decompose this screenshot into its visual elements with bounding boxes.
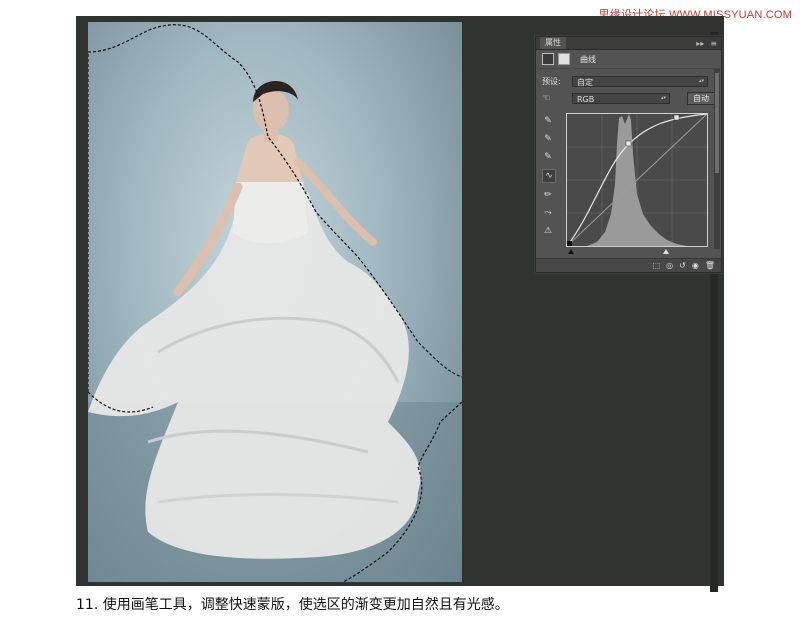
smooth-icon[interactable]: ⤳ <box>542 207 554 219</box>
clip-to-layer-icon[interactable]: ⬚ <box>653 261 661 270</box>
white-point-handle <box>663 249 669 254</box>
properties-tab[interactable]: 属性 <box>540 37 566 49</box>
curve-tools: ✎ ✎ ✎ ∿ ✏ ⤳ ⚠ <box>542 115 556 243</box>
panel-scrollbar[interactable] <box>714 69 720 249</box>
layer-mask-icon[interactable] <box>558 53 570 65</box>
curves-adjustment-icon[interactable] <box>542 53 554 65</box>
eyedropper-gray-icon[interactable]: ✎ <box>542 133 554 145</box>
panel-titlebar[interactable]: 属性 ▸▸ ≡ <box>536 37 721 50</box>
caption: 11. 使用画笔工具，调整快速蒙版，使选区的渐变更加自然且有光感。 <box>76 597 509 613</box>
curve-point <box>625 140 632 147</box>
properties-panel: 属性 ▸▸ ≡ 曲线 预设: 自定 ☜ RGB 自动 ✎ ✎ ✎ ∿ ✏ ⤳ ⚠ <box>535 36 722 273</box>
auto-button[interactable]: 自动 <box>687 92 715 105</box>
collapse-icon[interactable]: ▸▸ <box>696 39 704 48</box>
view-previous-icon[interactable]: ◎ <box>666 261 673 270</box>
panel-menu-icon[interactable]: ≡ <box>710 39 717 48</box>
curve-point <box>673 114 680 121</box>
delete-icon[interactable]: 🗑 <box>705 261 715 270</box>
document-canvas[interactable] <box>88 22 462 582</box>
photo-illustration <box>88 24 462 582</box>
pencil-icon[interactable]: ✏ <box>542 189 554 201</box>
on-image-adjust-icon[interactable]: ☜ <box>542 93 572 104</box>
input-slider[interactable] <box>566 247 706 254</box>
eyedropper-white-icon[interactable]: ✎ <box>542 151 554 163</box>
preset-label: 预设: <box>542 77 561 86</box>
curve-graph[interactable] <box>566 113 708 247</box>
panel-bottom-bar: ⬚ ◎ ↺ ◉ 🗑 <box>536 258 721 272</box>
reset-icon[interactable]: ↺ <box>679 261 686 270</box>
curve-endpoint <box>567 241 572 246</box>
panel-header-row: 曲线 <box>536 50 721 69</box>
eyedropper-black-icon[interactable]: ✎ <box>542 115 554 127</box>
panel-title: 曲线 <box>580 54 596 64</box>
curve-point-tool-icon[interactable]: ∿ <box>542 169 556 183</box>
clipping-warning-icon[interactable]: ⚠ <box>542 225 554 237</box>
preset-select[interactable]: 自定 <box>572 76 708 87</box>
visibility-icon[interactable]: ◉ <box>692 261 699 270</box>
preset-row: 预设: 自定 <box>536 73 721 90</box>
black-point-handle <box>568 249 574 254</box>
channel-row: ☜ RGB 自动 <box>536 90 721 107</box>
channel-select[interactable]: RGB <box>572 93 670 104</box>
